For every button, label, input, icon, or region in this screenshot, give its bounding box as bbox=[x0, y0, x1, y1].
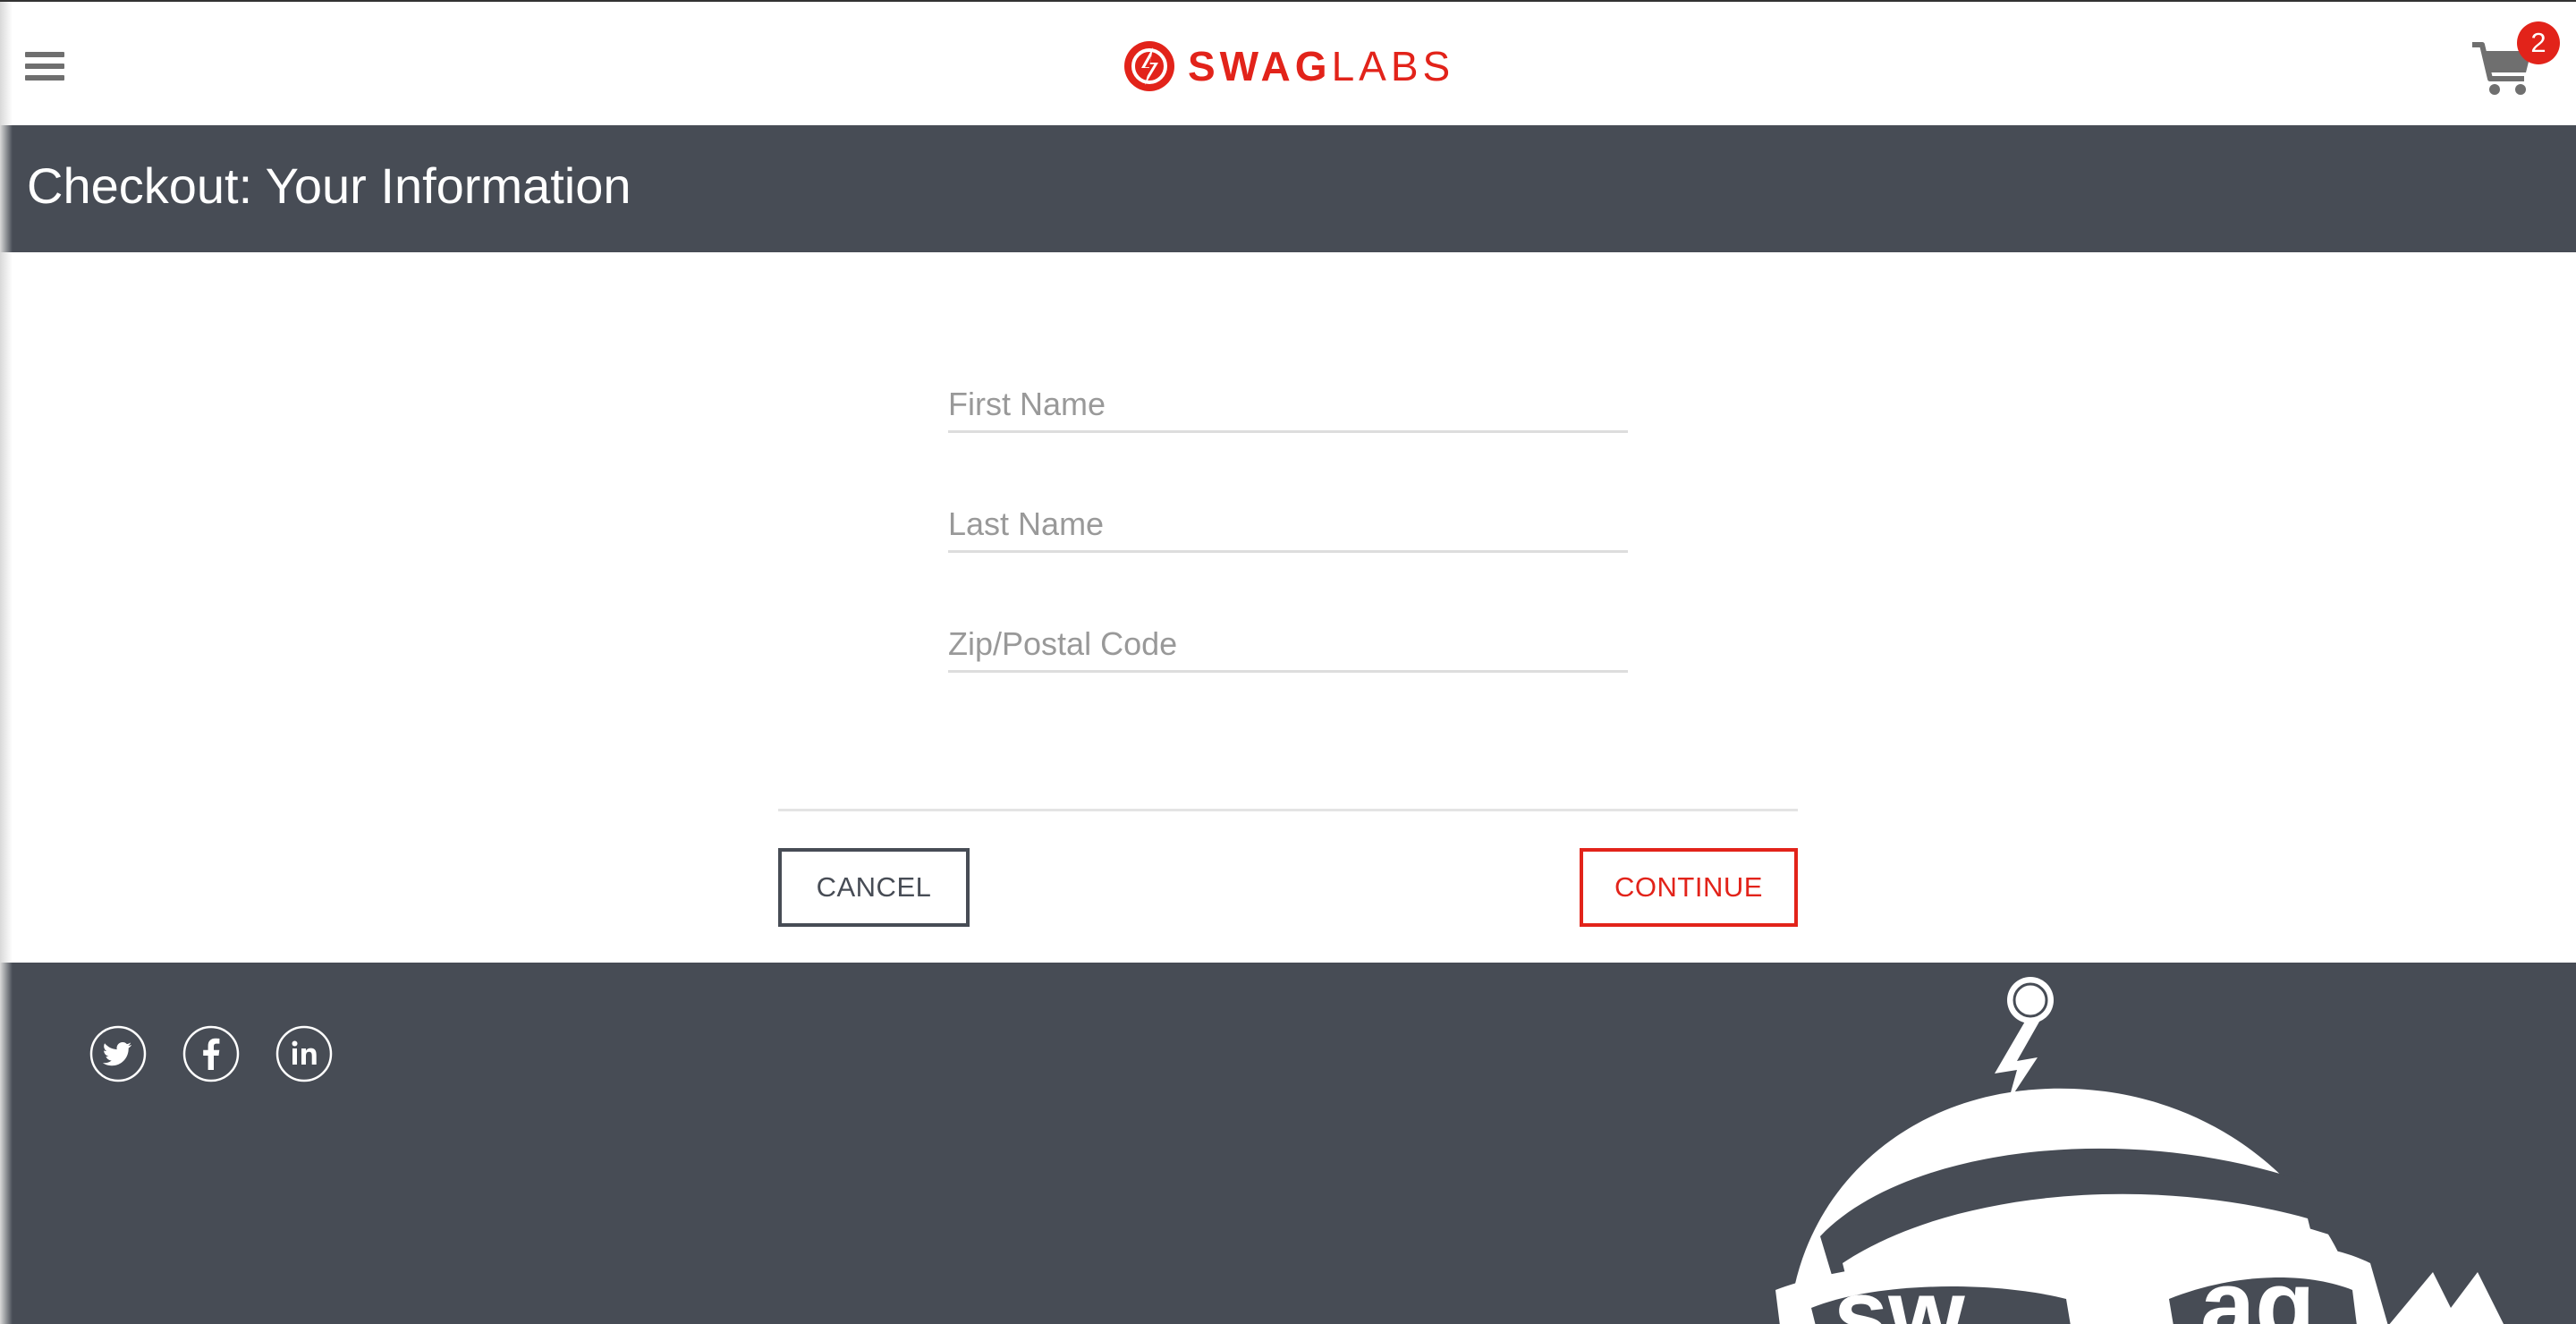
last-name-field bbox=[948, 483, 1628, 553]
hamburger-menu-icon[interactable] bbox=[25, 52, 64, 84]
logo-text-light: LABS bbox=[1331, 43, 1455, 89]
left-shadow bbox=[0, 2, 13, 1324]
header: SWAGLABS 2 bbox=[0, 2, 2576, 125]
cart-count-badge: 2 bbox=[2517, 21, 2560, 64]
checkout-page: SWAGLABS 2 Checkout: Your Information CA… bbox=[0, 0, 2576, 1324]
swag-bot-mascot: sw ag bbox=[1775, 977, 2504, 1324]
cancel-button[interactable]: CANCEL bbox=[778, 848, 970, 927]
svg-text:ag: ag bbox=[2200, 1251, 2315, 1324]
first-name-field bbox=[948, 363, 1628, 433]
lightning-logo-icon bbox=[1124, 41, 1174, 91]
postal-code-input[interactable] bbox=[948, 625, 1628, 663]
last-name-input[interactable] bbox=[948, 505, 1628, 543]
postal-code-field bbox=[948, 603, 1628, 673]
facebook-icon[interactable] bbox=[182, 1025, 240, 1082]
twitter-icon[interactable] bbox=[89, 1025, 147, 1082]
first-name-input[interactable] bbox=[948, 386, 1628, 423]
page-title: Checkout: Your Information bbox=[27, 157, 631, 214]
continue-button[interactable]: CONTINUE bbox=[1580, 848, 1798, 927]
title-bar: Checkout: Your Information bbox=[0, 125, 2576, 252]
form-divider bbox=[778, 809, 1798, 811]
svg-text:sw: sw bbox=[1834, 1260, 1965, 1324]
swag-labs-logo: SWAGLABS bbox=[1123, 38, 1454, 95]
linkedin-icon[interactable] bbox=[275, 1025, 333, 1082]
logo-text: SWAGLABS bbox=[1188, 46, 1454, 87]
logo-text-bold: SWAG bbox=[1188, 43, 1332, 89]
